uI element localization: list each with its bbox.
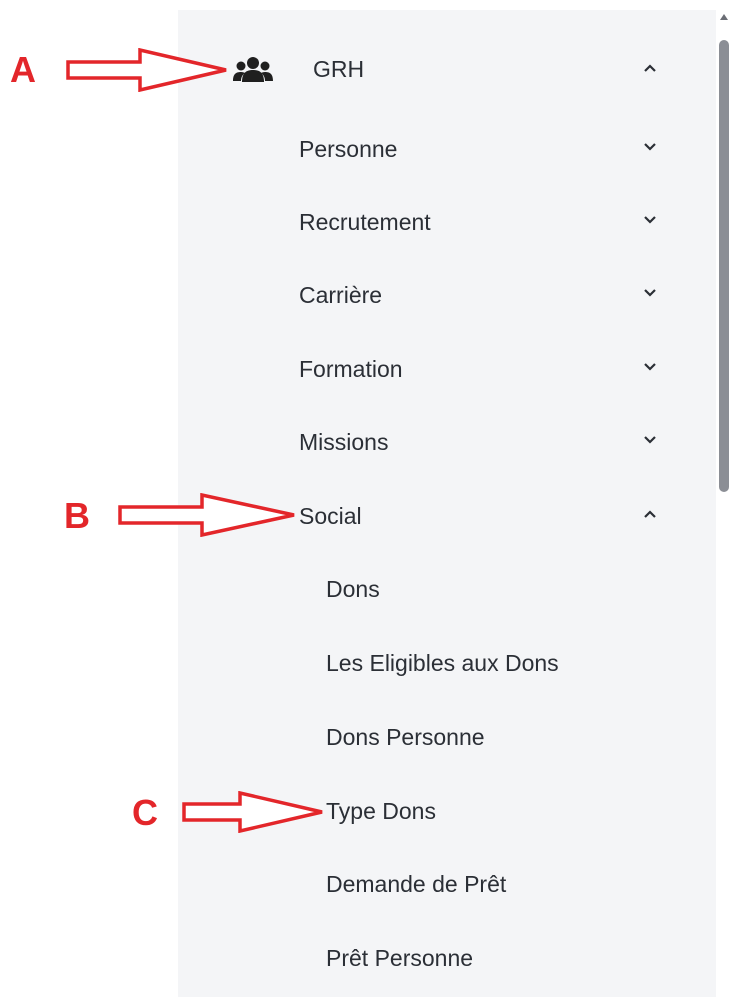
menu-item-grh[interactable]: GRH — [232, 49, 672, 89]
chevron-down-icon[interactable] — [641, 211, 659, 229]
menu-item-label: GRH — [313, 55, 365, 82]
menu-item-recrutement[interactable]: Recrutement — [299, 202, 431, 242]
menu-item-social[interactable]: Social — [299, 496, 362, 536]
submenu-item-demande-pret[interactable]: Demande de Prêt — [326, 864, 506, 904]
menu-item-label: Dons — [326, 575, 380, 602]
chevron-down-icon[interactable] — [641, 358, 659, 376]
annotation-arrow-c-icon — [182, 791, 323, 833]
menu-item-label: Missions — [299, 428, 389, 455]
menu-item-label: Demande de Prêt — [326, 870, 507, 897]
menu-item-label: Formation — [299, 355, 403, 382]
menu-item-label: Social — [299, 502, 362, 529]
menu-item-personne[interactable]: Personne — [299, 129, 397, 169]
screenshot-stage: GRH Personne Recrutement Carrière Format… — [0, 0, 733, 997]
chevron-down-icon[interactable] — [641, 431, 659, 449]
submenu-item-eligibles-dons[interactable]: Les Eligibles aux Dons — [326, 643, 559, 683]
menu-item-label: Type Dons — [326, 797, 436, 824]
annotation-letter-c: C — [132, 792, 158, 833]
menu-item-formation[interactable]: Formation — [299, 349, 403, 389]
chevron-down-icon[interactable] — [641, 284, 659, 302]
submenu-item-dons-personne[interactable]: Dons Personne — [326, 717, 485, 757]
menu-item-missions[interactable]: Missions — [299, 422, 388, 462]
menu-item-label: Prêt Personne — [326, 944, 474, 971]
annotation-letter-a: A — [10, 49, 36, 90]
submenu-item-type-dons[interactable]: Type Dons — [326, 791, 436, 831]
annotation-letter-b: B — [64, 495, 90, 536]
annotation-arrow-b-icon — [118, 493, 295, 537]
menu-item-carriere[interactable]: Carrière — [299, 275, 382, 315]
scrollbar-thumb[interactable] — [719, 40, 729, 492]
menu-item-label: Recrutement — [299, 208, 431, 235]
submenu-item-pret-personne[interactable]: Prêt Personne — [326, 938, 473, 978]
chevron-up-icon[interactable] — [641, 59, 659, 77]
menu-item-label: Carrière — [299, 281, 383, 308]
menu-item-label: Dons Personne — [326, 723, 485, 750]
scroll-up-arrow-icon[interactable] — [718, 10, 730, 24]
users-group-icon — [232, 55, 274, 83]
submenu-item-dons[interactable]: Dons — [326, 569, 380, 609]
chevron-down-icon[interactable] — [641, 138, 659, 156]
annotation-arrow-a-icon — [66, 48, 227, 92]
chevron-up-icon[interactable] — [641, 505, 659, 523]
menu-item-label: Les Eligibles aux Dons — [326, 649, 559, 676]
menu-item-label: Personne — [299, 135, 398, 162]
